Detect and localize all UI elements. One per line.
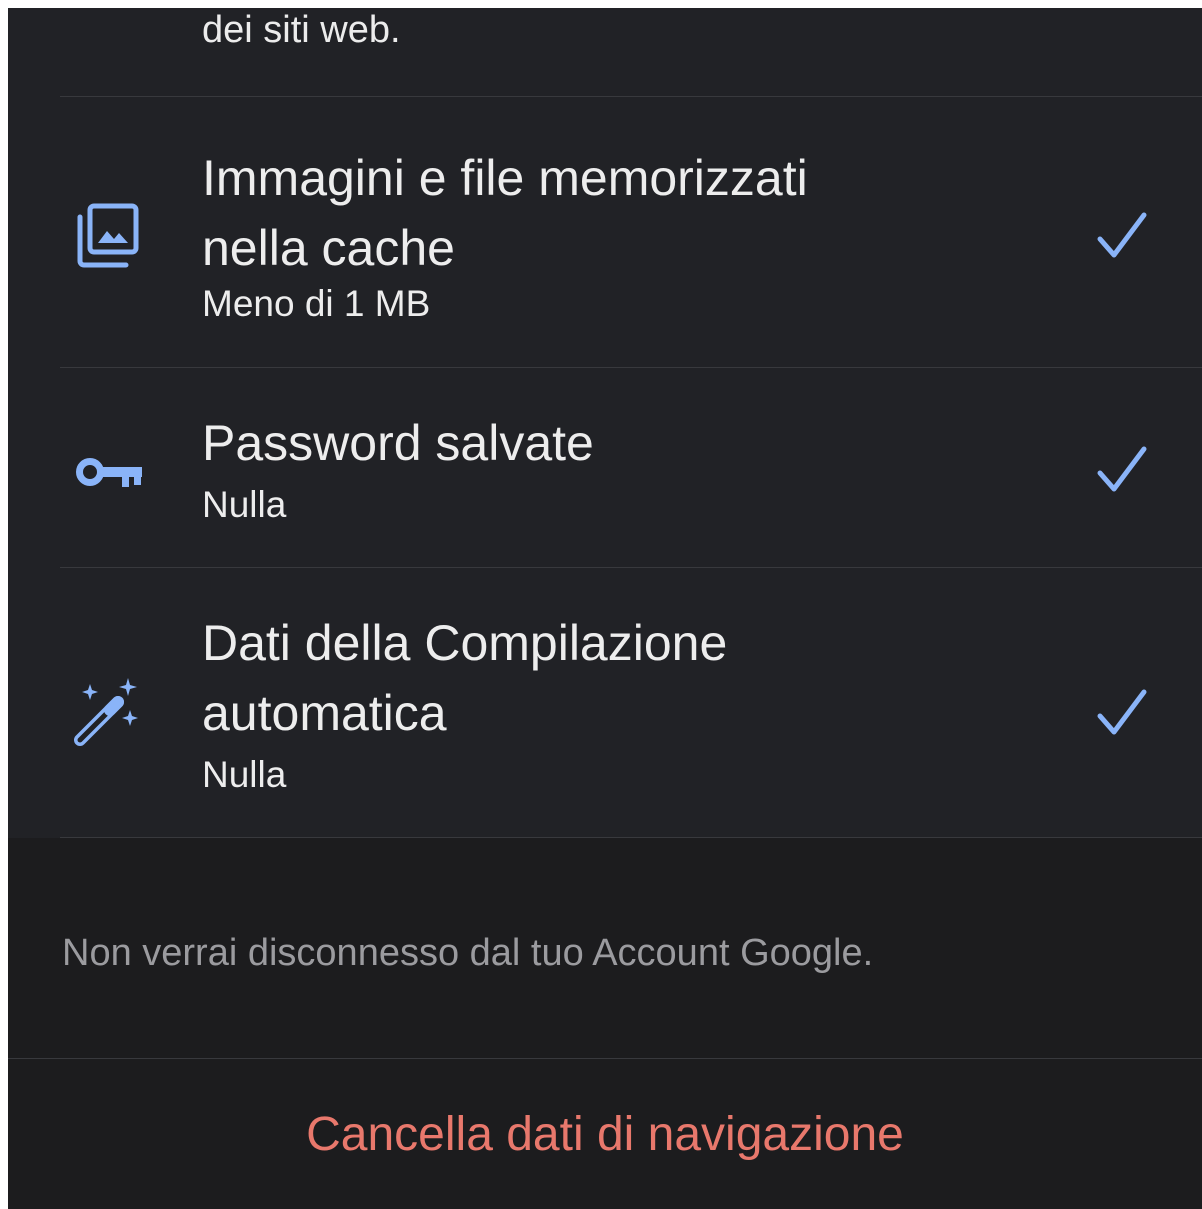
item-title-line1: Immagini e file memorizzati: [202, 150, 808, 206]
item-subtitle: Meno di 1 MB: [202, 283, 431, 324]
clear-browsing-data-screen: dei siti web. Immagini e file memorizzat…: [8, 8, 1202, 1209]
list-item-cached-images[interactable]: Immagini e file memorizzati nella cache …: [8, 97, 1202, 367]
account-signout-note: Non verrai disconnesso dal tuo Account G…: [62, 932, 874, 974]
previous-item-description: dei siti web.: [202, 9, 401, 51]
item-subtitle: Nulla: [202, 754, 287, 795]
checkmark-icon: [1097, 689, 1147, 735]
item-subtitle: Nulla: [202, 484, 287, 525]
item-title-line1: Dati della Compilazione: [202, 615, 728, 671]
item-title-line2: nella cache: [202, 220, 455, 276]
magic-wand-icon: [74, 678, 138, 746]
clear-browsing-data-button[interactable]: Cancella dati di navigazione: [8, 1059, 1202, 1209]
item-title: Password salvate: [202, 415, 594, 471]
data-types-list: dei siti web. Immagini e file memorizzat…: [8, 8, 1202, 838]
key-icon: [76, 458, 142, 487]
divider: [60, 837, 1202, 838]
item-title-line2: automatica: [202, 685, 447, 741]
list-item-saved-passwords[interactable]: Password salvate Nulla: [8, 368, 1202, 567]
checkmark-icon: [1097, 446, 1147, 492]
cached-images-icon: [77, 203, 139, 268]
checkmark-icon: [1097, 212, 1147, 258]
list-item-autofill-data[interactable]: Dati della Compilazione automatica Nulla: [8, 568, 1202, 838]
